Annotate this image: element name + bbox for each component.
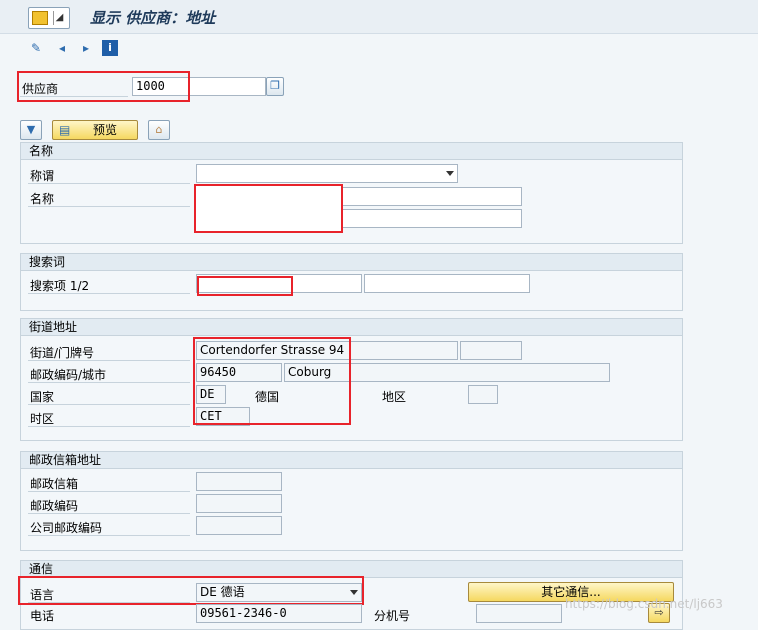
group-search-title: 搜索词 (21, 254, 682, 271)
extension-field[interactable] (476, 604, 562, 623)
pobox-field[interactable] (196, 472, 282, 491)
house-number-field[interactable] (460, 341, 522, 360)
highlight-vendor (17, 71, 190, 102)
preview-label: 预览 (92, 123, 117, 137)
company-postal-field[interactable] (196, 516, 282, 535)
menu-button[interactable]: ◢ (28, 7, 70, 29)
watermark: https://blog.csdn.net/lj663 (565, 597, 723, 611)
pobox-label: 邮政信箱 (30, 477, 79, 491)
display-change-icon[interactable]: ✎ (28, 40, 44, 56)
address-icon[interactable]: ⌂ (148, 120, 170, 140)
highlight-street (193, 337, 351, 425)
region-label: 地区 (382, 390, 407, 404)
group-street-title: 街道地址 (21, 319, 682, 336)
pobox-postal-label: 邮政编码 (30, 499, 79, 513)
salutation-label: 称谓 (30, 169, 55, 183)
preview-button[interactable]: ▤ 预览 (52, 120, 138, 140)
postal-city-label: 邮政编码/城市 (30, 368, 107, 382)
title-bar: ◢ 显示 供应商：地址 (0, 0, 758, 34)
sap-menu-icon (32, 11, 48, 25)
highlight-language (18, 576, 364, 605)
search-term-label: 搜索项 1/2 (30, 279, 90, 293)
phone-field[interactable]: 09561-2346-0 (196, 604, 362, 623)
page-title: 显示 供应商：地址 (90, 9, 216, 27)
group-name-title: 名称 (21, 143, 682, 160)
salutation-select[interactable] (196, 164, 458, 183)
company-postal-label: 公司邮政编码 (30, 521, 103, 535)
next-object-icon[interactable]: ▸ (78, 40, 94, 56)
highlight-name (194, 184, 343, 233)
pobox-postal-field[interactable] (196, 494, 282, 513)
region-field[interactable] (468, 385, 498, 404)
search-term-2[interactable] (364, 274, 530, 293)
extension-label: 分机号 (374, 609, 411, 623)
printer-icon: ▤ (59, 123, 71, 137)
dropdown-corner-icon: ◢ (53, 11, 65, 25)
name-label: 名称 (30, 192, 55, 206)
group-pobox: 邮政信箱地址 (20, 451, 683, 551)
highlight-search (197, 276, 293, 296)
copy-icon[interactable]: ❐ (266, 77, 284, 96)
group-pobox-title: 邮政信箱地址 (21, 452, 682, 469)
info-icon[interactable]: i (102, 40, 118, 56)
phone-label: 电话 (30, 609, 55, 623)
timezone-label: 时区 (30, 412, 55, 426)
collapse-icon[interactable]: ▼ (20, 120, 42, 140)
application-toolbar: ✎ ◂ ▸ i (0, 36, 758, 62)
country-label: 国家 (30, 390, 55, 404)
street-label: 街道/门牌号 (30, 346, 95, 360)
previous-object-icon[interactable]: ◂ (54, 40, 70, 56)
